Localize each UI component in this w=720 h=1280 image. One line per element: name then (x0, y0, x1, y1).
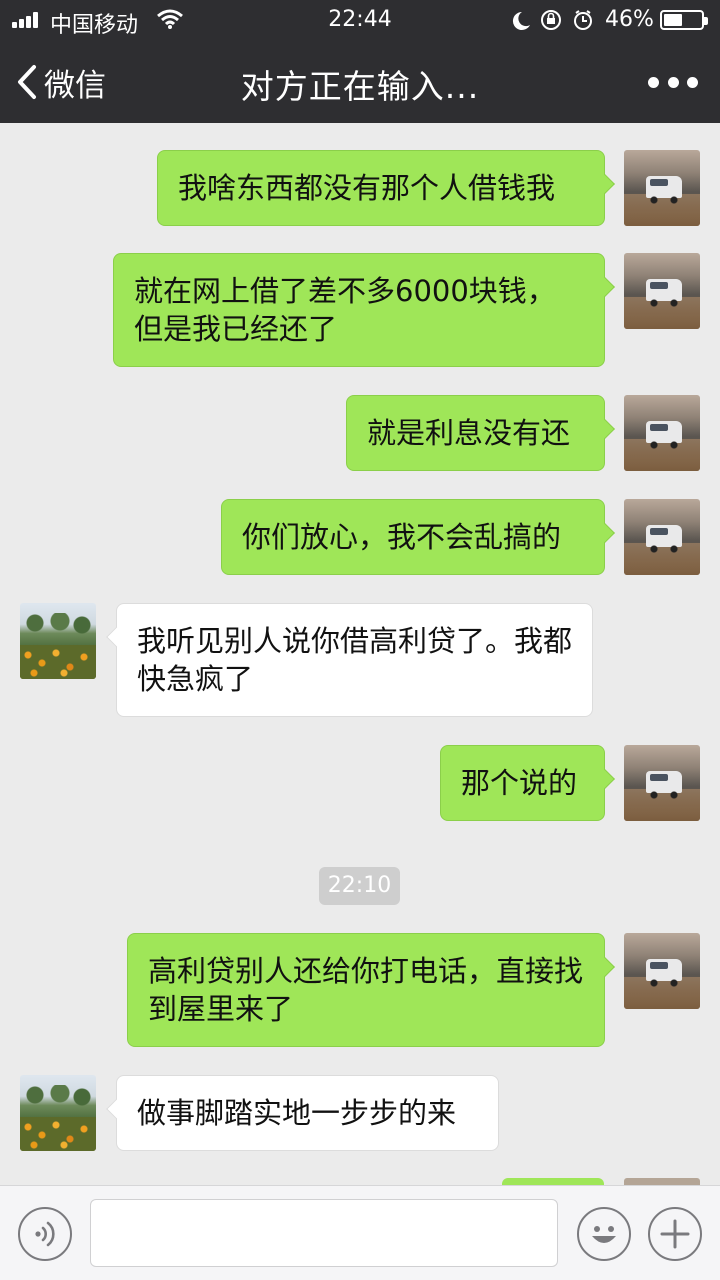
alarm-icon (574, 10, 592, 30)
top-bar: 中国移动 22:44 46% 微信 对方正在输入... (0, 0, 720, 123)
input-bar (0, 1185, 720, 1280)
message-text: 那个说的 (461, 766, 578, 800)
my-avatar[interactable] (624, 499, 700, 575)
my-avatar[interactable] (624, 745, 700, 821)
status-icons (510, 9, 600, 31)
contact-avatar[interactable] (20, 1075, 96, 1151)
message-bubble-sent[interactable]: 我啥东西都没有那个人借钱我 (157, 150, 615, 226)
message-text: 你们放心，我不会乱搞的 (242, 520, 562, 554)
voice-button[interactable] (18, 1207, 72, 1261)
message-bubble-sent[interactable]: 就是利息没有还 (346, 395, 615, 471)
message-text: 我啥东西都没有那个人借钱我 (178, 171, 556, 205)
emoji-icon (592, 1226, 616, 1243)
message-text: 就在网上借了差不多6000块钱，但是我已经还了 (134, 274, 556, 346)
message-bubble-sent[interactable]: 高利贷别人还给你打电话，直接找到屋里来了 (127, 933, 615, 1047)
my-avatar[interactable] (624, 253, 700, 329)
message-text: 做事脚踏实地一步步的来 (137, 1096, 457, 1130)
battery-percent: 46% (605, 7, 654, 32)
message-bubble-sent-partial[interactable] (502, 1178, 604, 1185)
message-bubble-received[interactable]: 做事脚踏实地一步步的来 (106, 1075, 499, 1151)
voice-icon (35, 1221, 55, 1247)
message-bubble-sent[interactable]: 就在网上借了差不多6000块钱，但是我已经还了 (113, 253, 615, 367)
page-title: 对方正在输入... (240, 67, 480, 106)
message-input[interactable] (90, 1199, 558, 1267)
my-avatar[interactable] (624, 933, 700, 1009)
more-button[interactable] (648, 68, 698, 96)
more-dots-icon (648, 76, 659, 88)
plus-button[interactable] (648, 1207, 702, 1261)
status-bar: 中国移动 22:44 46% (0, 0, 720, 40)
contact-avatar[interactable] (20, 603, 96, 679)
message-bubble-sent[interactable]: 那个说的 (440, 745, 615, 821)
orientation-lock-icon (541, 10, 561, 30)
message-text: 我听见别人说你借高利贷了。我都快急疯了 (137, 624, 573, 696)
nav-bar: 微信 对方正在输入... (0, 40, 720, 123)
timestamp-chip: 22:10 (319, 867, 400, 905)
my-avatar[interactable] (624, 395, 700, 471)
message-bubble-sent[interactable]: 你们放心，我不会乱搞的 (221, 499, 615, 575)
message-text: 就是利息没有还 (367, 416, 571, 450)
battery-icon (660, 10, 708, 30)
moon-icon (512, 11, 530, 30)
my-avatar[interactable] (624, 150, 700, 226)
message-bubble-received[interactable]: 我听见别人说你借高利贷了。我都快急疯了 (106, 603, 593, 717)
emoji-button[interactable] (577, 1207, 631, 1261)
chat-area[interactable]: 我啥东西都没有那个人借钱我 就在网上借了差不多6000块钱，但是我已经还了 就是… (0, 123, 720, 1185)
message-text: 高利贷别人还给你打电话，直接找到屋里来了 (148, 954, 584, 1026)
plus-icon (660, 1219, 690, 1249)
my-avatar-partial[interactable] (624, 1178, 700, 1185)
